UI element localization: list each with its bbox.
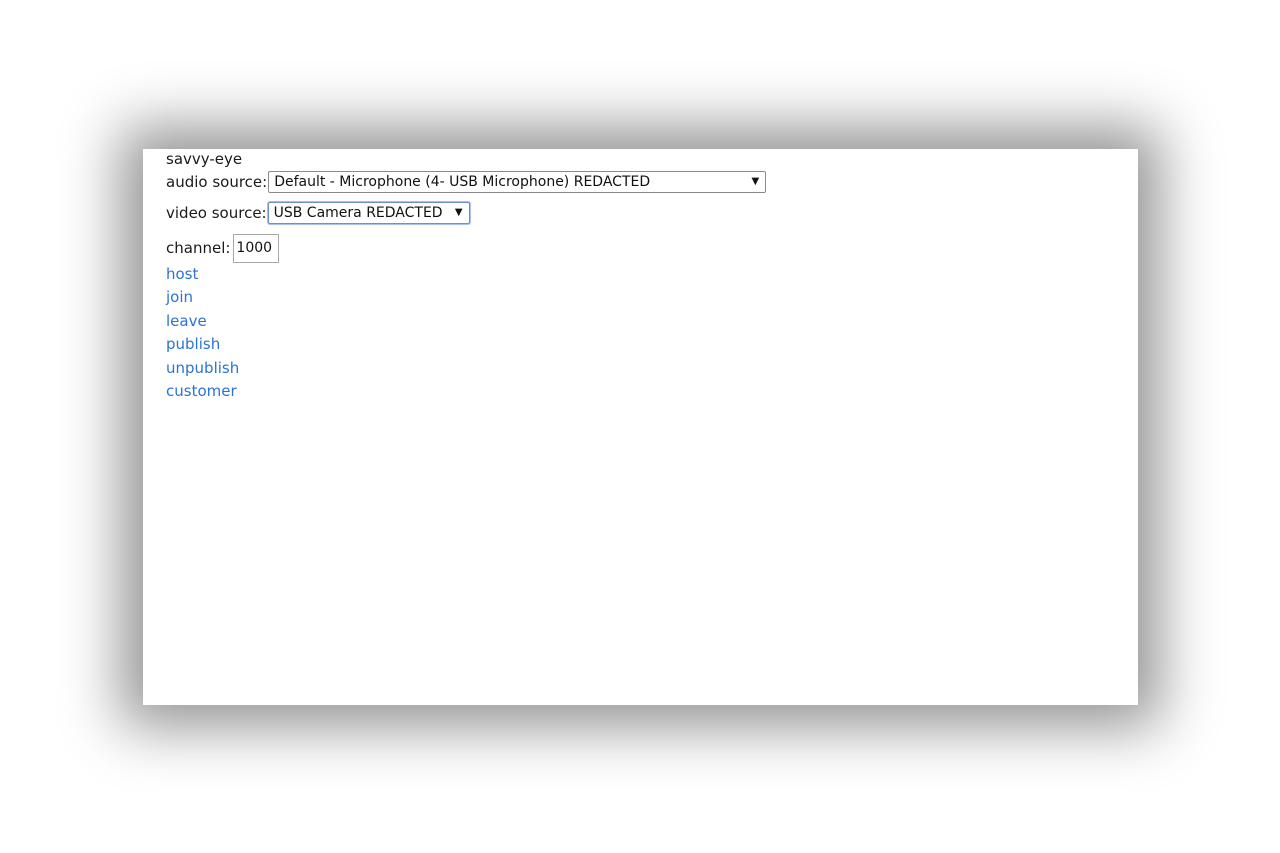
customer-link[interactable]: customer: [166, 380, 239, 403]
chevron-down-icon: ▼: [454, 207, 463, 218]
channel-label: channel:: [166, 239, 231, 257]
audio-source-row: audio source: Default - Microphone (4- U…: [166, 171, 767, 193]
audio-source-label: audio source:: [166, 173, 268, 191]
leave-link[interactable]: leave: [166, 310, 239, 333]
video-source-row: video source: USB Camera REDACTED ▼: [166, 202, 470, 224]
chevron-down-icon: ▼: [751, 176, 760, 187]
video-source-select[interactable]: USB Camera REDACTED ▼: [267, 202, 470, 224]
publish-link[interactable]: publish: [166, 333, 239, 356]
audio-source-select[interactable]: Default - Microphone (4- USB Microphone)…: [268, 171, 767, 193]
video-source-selected: USB Camera REDACTED: [273, 205, 443, 221]
channel-row: channel:: [166, 233, 280, 263]
channel-input[interactable]: [233, 233, 280, 263]
host-link[interactable]: host: [166, 263, 239, 286]
browser-page: savvy-eye audio source: Default - Microp…: [143, 149, 1138, 705]
video-source-label: video source:: [166, 204, 267, 222]
app-title: savvy-eye: [166, 150, 243, 168]
audio-source-selected: Default - Microphone (4- USB Microphone)…: [274, 174, 651, 190]
action-links: host join leave publish unpublish custom…: [166, 263, 239, 403]
join-link[interactable]: join: [166, 286, 239, 309]
screen: savvy-eye audio source: Default - Microp…: [0, 0, 1280, 853]
unpublish-link[interactable]: unpublish: [166, 357, 239, 380]
